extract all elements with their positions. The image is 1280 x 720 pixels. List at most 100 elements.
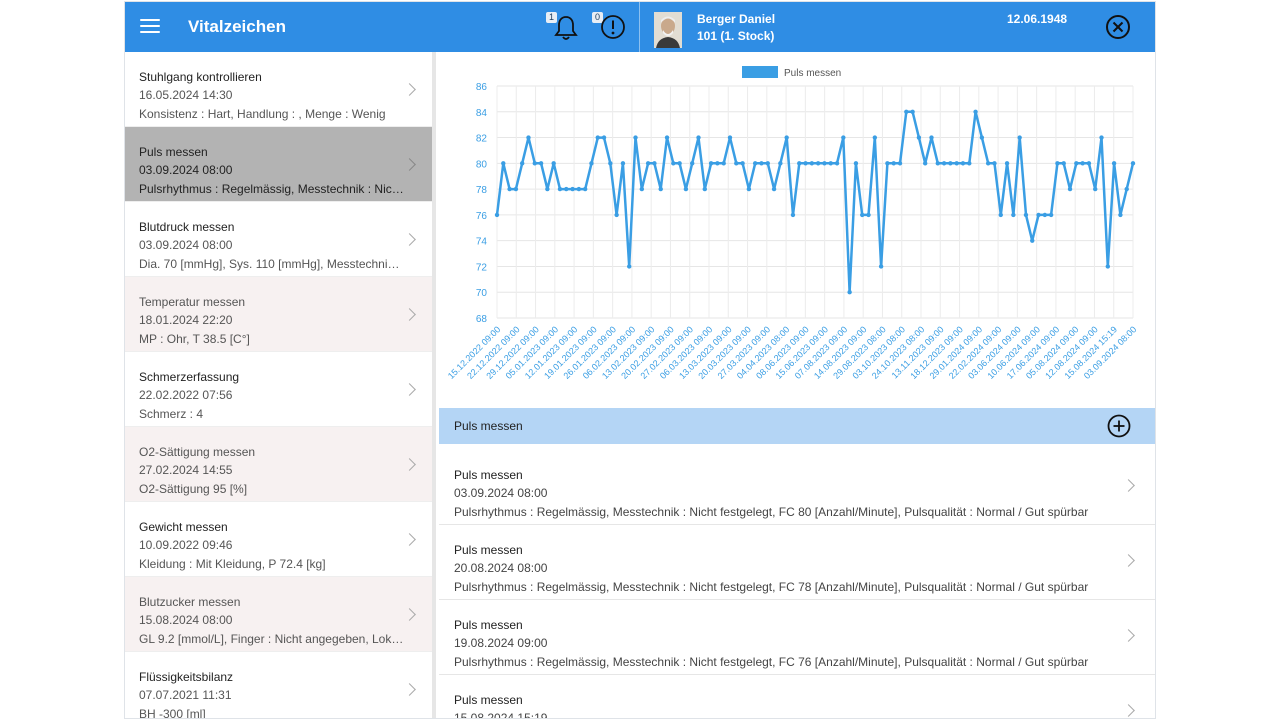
sidebar-item-value: MP : Ohr, T 38.5 [C°] [139,332,250,346]
data-point [1118,212,1123,218]
data-point [885,161,890,166]
bell-icon [554,16,578,40]
data-point [715,161,720,166]
sidebar-item-title: Schmerzerfassung [139,370,240,384]
hamburger-menu-icon[interactable] [139,15,161,37]
data-point [1074,161,1079,166]
sidebar-item-date: 22.02.2022 07:56 [139,388,233,402]
list-item[interactable]: Puls messen 20.08.2024 08:00 Pulsrhythmu… [439,525,1155,600]
sidebar-item-schmerz[interactable]: Schmerzerfassung 22.02.2022 07:56 Schmer… [125,352,432,427]
data-point [1080,161,1085,166]
vitals-sidebar: Stuhlgang kontrollieren 16.05.2024 14:30… [125,52,436,719]
data-point [1023,212,1029,218]
data-point [822,161,827,166]
sidebar-item-puls[interactable]: Puls messen 03.09.2024 08:00 Pulsrhythmu… [125,127,432,202]
data-point [658,186,663,192]
sidebar-item-title: Blutzucker messen [139,595,241,609]
data-point [1055,161,1060,166]
data-point [954,161,959,166]
data-point [721,161,726,166]
data-point [740,161,745,166]
data-point [891,161,896,166]
data-point [589,161,594,166]
data-point [967,161,972,166]
data-point [545,186,550,192]
top-bar: Vitalzeichen 1 0 Berger Daniel 101 (1. S… [125,2,1155,52]
sidebar-item-gewicht[interactable]: Gewicht messen 10.09.2022 09:46 Kleidung… [125,502,432,577]
sidebar-item-date: 03.09.2024 08:00 [139,163,233,177]
sidebar-item-temperatur[interactable]: Temperatur messen 18.01.2024 22:20 MP : … [125,277,432,352]
data-point [639,186,645,192]
sidebar-item-blutdruck[interactable]: Blutdruck messen 03.09.2024 08:00 Dia. 7… [125,202,432,277]
data-point [985,161,991,166]
data-point [1048,212,1054,218]
data-point [664,135,670,140]
data-point [696,135,701,140]
sidebar-item-o2[interactable]: O2-Sättigung messen 27.02.2024 14:55 O2-… [125,427,432,502]
data-point [652,161,657,166]
data-point [784,135,789,140]
data-point [645,161,651,166]
data-point [1004,161,1010,166]
data-point [614,212,619,218]
legend-label: Puls messen [784,68,841,79]
list-item[interactable]: Puls messen 19.08.2024 09:00 Pulsrhythmu… [439,600,1155,675]
data-point [979,135,985,140]
data-point [1093,186,1098,192]
data-point [797,161,802,166]
data-point [948,161,953,166]
data-point [633,135,638,140]
data-point [922,161,928,166]
list-item[interactable]: Puls messen 03.09.2024 08:00 Pulsrhythmu… [439,450,1155,525]
data-point [551,161,556,166]
sidebar-item-title: Stuhlgang kontrollieren [139,70,262,84]
data-point [494,212,500,218]
data-point [677,161,682,166]
data-point [815,161,821,166]
y-tick-label: 72 [476,262,488,273]
sidebar-item-date: 03.09.2024 08:00 [139,238,233,252]
data-point [746,186,752,192]
sidebar-item-fluessigkeit[interactable]: Flüssigkeitsbilanz 07.07.2021 11:31 BH -… [125,652,432,719]
data-point [538,161,544,166]
y-tick-label: 76 [476,211,488,222]
data-point [1067,186,1073,192]
sidebar-item-date: 10.09.2022 09:46 [139,538,233,552]
close-circle-icon[interactable] [1105,14,1131,40]
data-point [734,161,739,166]
entry-title: Puls messen [454,468,523,482]
data-point [960,161,966,166]
entry-title: Puls messen [454,693,523,707]
list-item[interactable]: Puls messen 15.08.2024 15:19 [439,675,1155,719]
data-point [834,161,840,166]
sidebar-item-date: 18.01.2024 22:20 [139,313,233,327]
data-point [765,161,770,166]
data-point [1030,238,1035,243]
pulse-chart: 68 70 72 74 76 78 80 82 84 86 15.12.2022 09:00 22.1… [439,52,1155,408]
patient-birthdate: 12.06.1948 [1007,12,1068,26]
data-point [803,161,808,166]
data-point [507,186,512,192]
data-point [828,161,833,166]
data-point [872,135,878,140]
header-divider [639,2,640,52]
sidebar-item-title: O2-Sättigung messen [139,445,256,459]
entry-date: 15.08.2024 15:19 [454,711,548,719]
data-point [847,290,852,295]
sidebar-item-date: 07.07.2021 11:31 [139,688,232,702]
data-point [771,186,777,192]
entry-title: Puls messen [454,543,523,557]
data-point [1017,135,1022,140]
add-circle-icon[interactable] [1107,414,1131,438]
sidebar-item-value: BH -300 [ml] [139,707,206,719]
data-point [1036,212,1041,218]
sidebar-item-blutzucker[interactable]: Blutzucker messen 15.08.2024 08:00 GL 9.… [125,577,432,652]
data-point [1061,161,1066,166]
y-tick-label: 82 [476,134,488,145]
sidebar-item-stuhlgang[interactable]: Stuhlgang kontrollieren 16.05.2024 14:30… [125,52,432,127]
legend-swatch [742,66,778,78]
entry-date: 03.09.2024 08:00 [454,486,548,500]
notifications-button[interactable]: 1 [546,12,582,42]
data-point [608,161,613,166]
alerts-button[interactable]: 0 [592,12,628,42]
